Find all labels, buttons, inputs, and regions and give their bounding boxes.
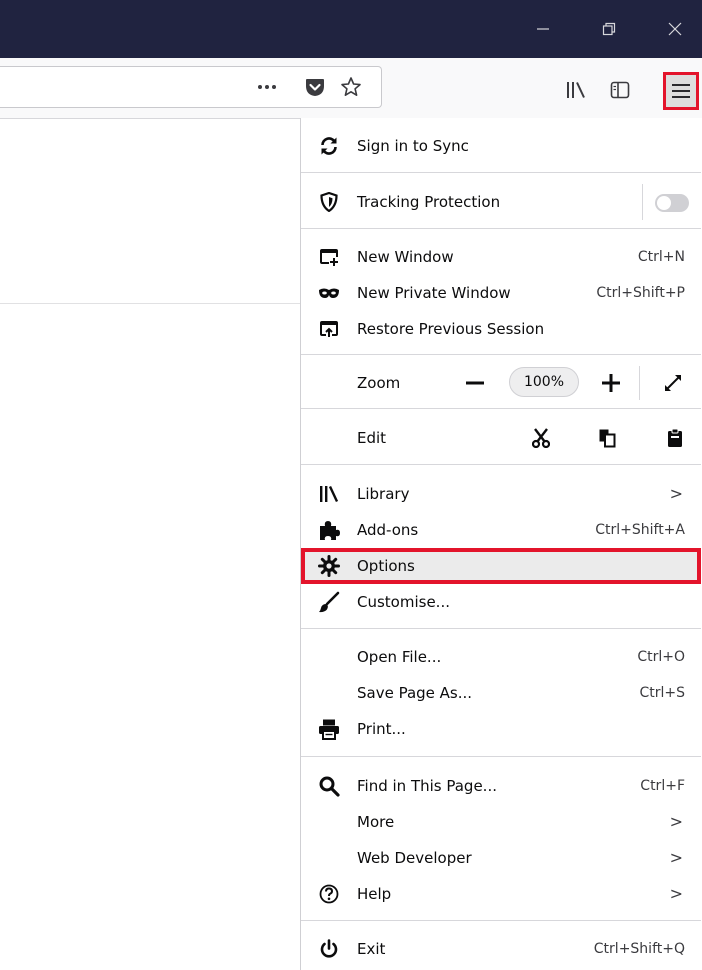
gear-icon: [317, 554, 341, 578]
menu-item-find-in-page[interactable]: Find in This Page... Ctrl+F: [301, 768, 701, 804]
menu-item-library[interactable]: Library >: [301, 476, 701, 512]
tracking-protection-toggle[interactable]: [655, 194, 689, 212]
menu-separator: [301, 920, 701, 921]
menu-item-web-developer[interactable]: Web Developer >: [301, 840, 701, 876]
printer-icon: [317, 717, 341, 741]
hamburger-icon: [672, 84, 690, 98]
paintbrush-icon: [317, 590, 341, 614]
menu-separator: [301, 628, 701, 629]
menu-separator: [301, 464, 701, 465]
app-menu-panel: Sign in to Sync Tracking Protection New …: [300, 118, 702, 970]
menu-item-open-file[interactable]: Open File... Ctrl+O: [301, 639, 701, 675]
new-window-icon: [317, 245, 341, 269]
menu-item-restore-session[interactable]: Restore Previous Session: [301, 311, 701, 347]
toggle-divider: [642, 184, 643, 220]
more-dots-icon: [258, 85, 276, 89]
chevron-right-icon: >: [669, 812, 683, 831]
menu-separator: [301, 408, 701, 409]
library-icon: [317, 482, 341, 506]
restore-button[interactable]: [586, 0, 632, 58]
bookmark-star-button[interactable]: [338, 75, 364, 99]
power-icon: [317, 937, 341, 961]
shield-icon: [317, 190, 341, 214]
restore-session-icon: [317, 317, 341, 341]
menu-item-new-window[interactable]: New Window Ctrl+N: [301, 239, 701, 275]
scissors-icon: [532, 428, 550, 448]
open-menu-button[interactable]: [663, 72, 699, 110]
fullscreen-button[interactable]: [659, 369, 687, 397]
menu-separator: [301, 354, 701, 355]
page-content-divider: [0, 303, 300, 304]
pocket-button[interactable]: [302, 75, 328, 99]
close-icon: [668, 22, 682, 36]
close-button[interactable]: [652, 0, 698, 58]
menu-item-new-private-window[interactable]: New Private Window Ctrl+Shift+P: [301, 275, 701, 311]
menu-item-print[interactable]: Print...: [301, 711, 701, 747]
menu-item-save-page-as[interactable]: Save Page As... Ctrl+S: [301, 675, 701, 711]
paste-icon: [668, 428, 682, 447]
plus-icon: [602, 374, 620, 392]
sidebar-button[interactable]: [606, 78, 634, 102]
minimize-icon: [537, 28, 549, 30]
navigation-toolbar: [0, 58, 702, 119]
menu-item-options[interactable]: Options: [301, 548, 701, 584]
minus-icon: [466, 381, 484, 385]
sync-icon: [317, 134, 341, 158]
zoom-out-button[interactable]: [461, 369, 489, 397]
copy-icon: [599, 429, 616, 448]
menu-item-add-ons[interactable]: Add-ons Ctrl+Shift+A: [301, 512, 701, 548]
page-actions-button[interactable]: [254, 75, 280, 99]
pocket-icon: [306, 78, 324, 96]
menu-item-more[interactable]: More >: [301, 804, 701, 840]
library-icon: [567, 82, 585, 98]
menu-item-edit: Edit: [357, 429, 387, 447]
zoom-reset-button[interactable]: 100%: [509, 367, 579, 397]
chevron-right-icon: >: [669, 484, 683, 503]
menu-item-zoom: Zoom: [357, 374, 401, 392]
chevron-right-icon: >: [669, 848, 683, 867]
menu-item-customise[interactable]: Customise...: [301, 584, 701, 620]
puzzle-piece-icon: [317, 518, 341, 542]
menu-separator: [301, 756, 701, 757]
paste-button[interactable]: [661, 424, 689, 452]
help-icon: [317, 882, 341, 906]
menu-item-help[interactable]: Help >: [301, 876, 701, 912]
url-bar[interactable]: [0, 66, 382, 108]
toggle-knob: [657, 196, 671, 210]
search-icon: [317, 774, 341, 798]
menu-item-tracking-protection[interactable]: Tracking Protection: [301, 184, 701, 220]
menu-separator: [301, 228, 701, 229]
sidebar-icon: [610, 81, 630, 99]
chevron-right-icon: >: [669, 884, 683, 903]
cut-button[interactable]: [527, 424, 555, 452]
restore-icon: [602, 22, 616, 36]
fullscreen-icon: [665, 375, 681, 391]
title-bar: [0, 0, 702, 58]
menu-separator: [301, 172, 701, 173]
menu-item-exit[interactable]: Exit Ctrl+Shift+Q: [301, 931, 701, 967]
zoom-divider: [639, 366, 640, 400]
menu-item-sign-in-sync[interactable]: Sign in to Sync: [301, 128, 701, 164]
library-button[interactable]: [562, 78, 590, 102]
zoom-in-button[interactable]: [597, 369, 625, 397]
copy-button[interactable]: [593, 424, 621, 452]
private-mask-icon: [317, 281, 341, 305]
star-icon: [341, 77, 361, 96]
minimize-button[interactable]: [520, 0, 566, 58]
